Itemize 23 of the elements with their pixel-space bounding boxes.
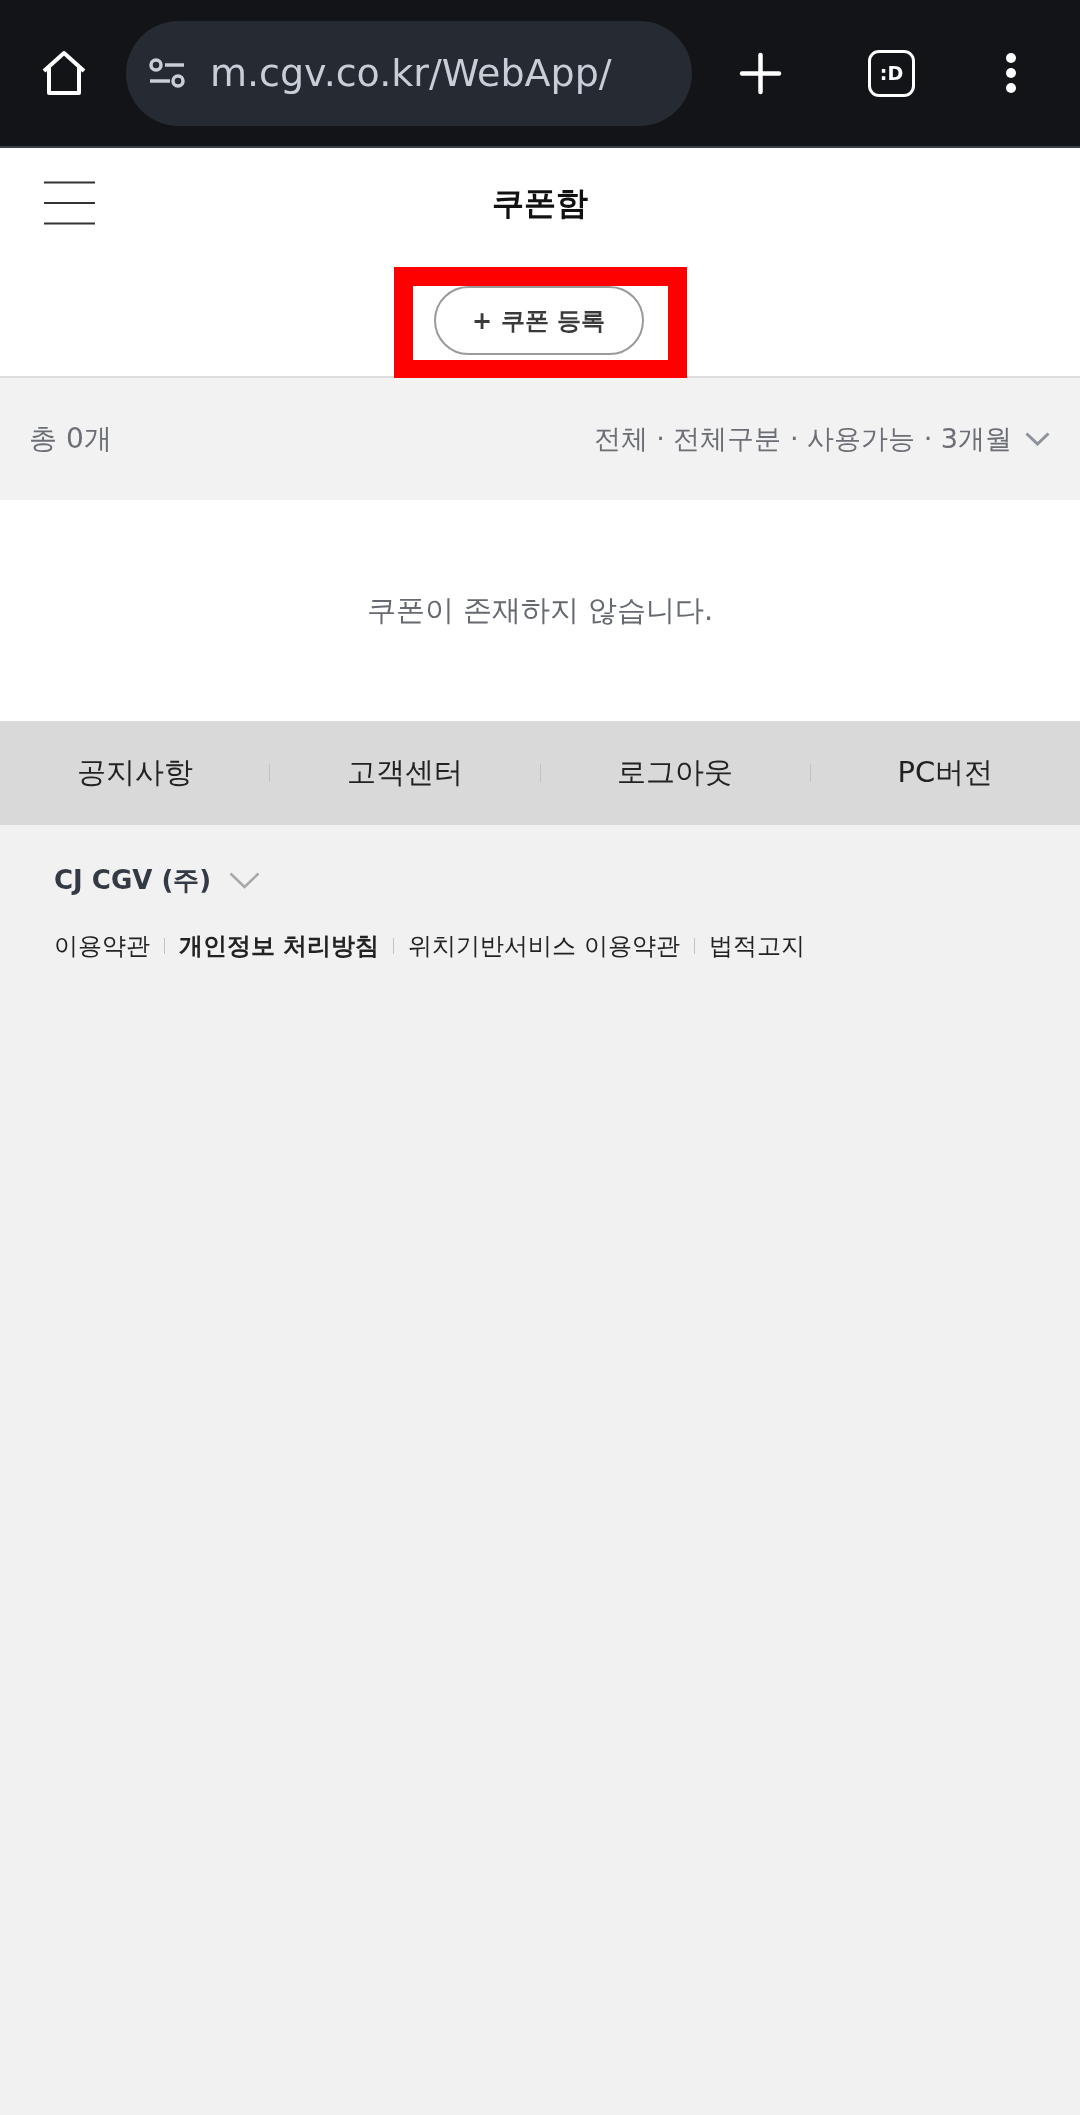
legal-link[interactable]: 이용약관 — [54, 928, 150, 964]
menu-icon[interactable] — [44, 181, 95, 225]
address-bar[interactable]: m.cgv.co.kr/WebApp/ — [126, 20, 692, 126]
site-settings-icon[interactable] — [148, 58, 186, 88]
footer-nav-link[interactable]: 고객센터 — [346, 751, 463, 795]
legal-link[interactable]: 위치기반서비스 이용약관 — [408, 928, 680, 964]
empty-message: 쿠폰이 존재하지 않습니다. — [366, 591, 714, 629]
company-toggle[interactable]: CJ CGV (주) — [54, 861, 261, 900]
legal-link[interactable]: 법적고지 — [709, 928, 805, 964]
legal-link[interactable]: 개인정보 처리방침 — [179, 928, 380, 964]
home-icon[interactable] — [40, 49, 88, 97]
footer-nav-link[interactable]: 로그아웃 — [617, 751, 734, 795]
more-options-icon[interactable] — [1005, 52, 1017, 94]
coupon-count: 총 0개 — [29, 421, 112, 457]
filter-dropdown[interactable]: 전체 · 전체구분 · 사용가능 · 3개월 — [593, 418, 1050, 460]
tab-switcher-button[interactable]: :D — [868, 49, 915, 97]
chevron-down-icon — [1025, 432, 1050, 446]
url-text: m.cgv.co.kr/WebApp/ — [210, 49, 612, 97]
footer-nav-link[interactable]: 공지사항 — [76, 751, 193, 795]
footer-nav-link[interactable]: PC버전 — [897, 751, 994, 795]
page-title: 쿠폰함 — [492, 183, 588, 224]
coupon-register-button[interactable]: + 쿠폰 등록 — [433, 286, 644, 355]
plus-icon[interactable] — [739, 51, 782, 95]
